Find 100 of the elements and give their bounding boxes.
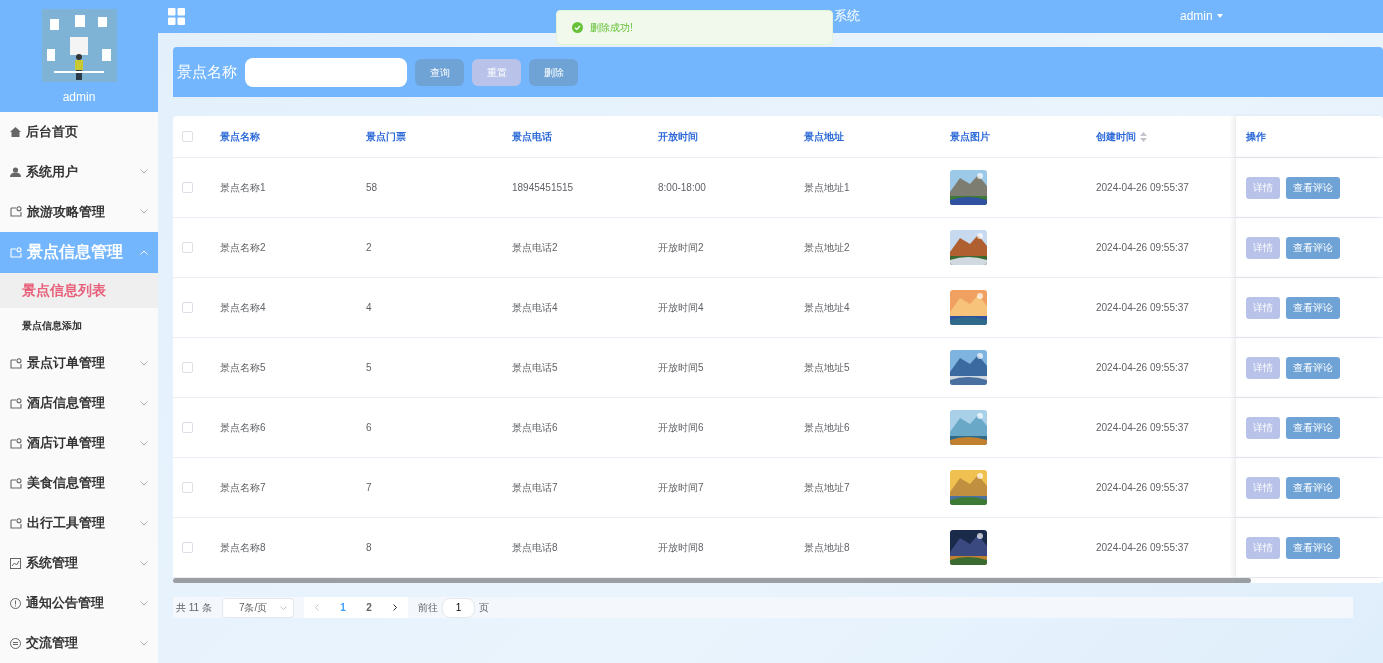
row-checkbox[interactable] (182, 362, 193, 373)
table-cell: 景点名称5 (220, 362, 266, 374)
table-cell: 景点地址2 (804, 242, 850, 254)
table-cell: 景点名称4 (220, 302, 266, 314)
page-number[interactable]: 2 (355, 597, 382, 618)
document-icon (10, 437, 22, 449)
view-comments-button[interactable]: 查看评论 (1286, 416, 1340, 439)
page-jump-field[interactable]: 1 (441, 597, 475, 618)
chart-icon (10, 557, 21, 569)
row-checkbox[interactable] (182, 542, 193, 553)
detail-button[interactable]: 详情 (1246, 416, 1280, 439)
table-cell: 开放时间6 (658, 422, 704, 434)
toast-message: 删除成功! (590, 21, 633, 35)
view-comments-button[interactable]: 查看评论 (1286, 476, 1340, 499)
detail-button[interactable]: 详情 (1246, 536, 1280, 559)
table-cell: 7 (366, 482, 372, 494)
document-icon (10, 246, 22, 258)
table-cell: 5 (366, 362, 372, 374)
view-comments-button[interactable]: 查看评论 (1286, 296, 1340, 319)
page-number[interactable]: 1 (329, 597, 356, 618)
select-all-checkbox[interactable] (182, 131, 193, 142)
user-name: admin (62, 89, 96, 106)
table-cell: 58 (366, 182, 378, 194)
user-icon (10, 166, 21, 177)
detail-button[interactable]: 详情 (1246, 476, 1280, 499)
sidebar-item[interactable]: 系统用户 (0, 152, 158, 192)
goto-label: 前往 (417, 601, 438, 615)
sidebar-item[interactable]: 酒店信息管理 (0, 383, 158, 424)
sidebar-item[interactable]: 美食信息管理 (0, 463, 158, 504)
column-header: 景点地址 (804, 130, 845, 144)
column-header: 景点门票 (366, 130, 407, 144)
column-header: 开放时间 (658, 130, 699, 144)
view-comments-button[interactable]: 查看评论 (1286, 536, 1340, 559)
column-header[interactable]: 创建时间 (1096, 129, 1235, 144)
table-cell: 2024-04-26 09:55:37 (1096, 362, 1189, 374)
column-header: 景点图片 (950, 130, 991, 144)
grid-menu-icon[interactable] (168, 8, 185, 25)
sidebar-item[interactable]: 交流管理 (0, 623, 158, 663)
document-icon (10, 357, 22, 369)
table-cell: 景点地址8 (804, 542, 850, 554)
chat-icon (10, 637, 21, 649)
sidebar-item[interactable]: 系统管理 (0, 543, 158, 584)
table-cell: 景点地址6 (804, 422, 850, 434)
table-cell: 景点名称6 (220, 422, 266, 434)
column-header: 景点电话 (512, 130, 553, 144)
table-cell: 2024-04-26 09:55:37 (1096, 542, 1189, 554)
row-checkbox[interactable] (182, 482, 193, 493)
caret-down-icon (1216, 14, 1223, 18)
detail-button[interactable]: 详情 (1246, 356, 1280, 379)
view-comments-button[interactable]: 查看评论 (1286, 236, 1340, 259)
table-cell: 2024-04-26 09:55:37 (1096, 422, 1189, 434)
table-cell: 景点电话4 (512, 302, 558, 314)
view-comments-button[interactable]: 查看评论 (1286, 176, 1340, 199)
row-checkbox[interactable] (182, 242, 193, 253)
total-count: 共 11 条 (176, 601, 212, 615)
view-comments-button[interactable]: 查看评论 (1286, 356, 1340, 379)
table-cell: 景点电话2 (512, 242, 558, 254)
table-cell: 18945451515 (512, 182, 574, 194)
table-cell: 2 (366, 242, 372, 254)
column-header: 操作 (1246, 130, 1266, 144)
sidebar-item[interactable]: 出行工具管理 (0, 503, 158, 544)
info-icon (10, 597, 21, 609)
page-suffix: 页 (478, 601, 489, 615)
table-cell: 景点名称2 (220, 242, 266, 254)
table-cell: 2024-04-26 09:55:37 (1096, 482, 1189, 494)
submenu-item[interactable]: 景点信息添加 (0, 308, 158, 344)
row-checkbox[interactable] (182, 302, 193, 313)
detail-button[interactable]: 详情 (1246, 296, 1280, 319)
table-cell: 景点名称1 (220, 182, 266, 194)
row-checkbox[interactable] (182, 182, 193, 193)
detail-button[interactable]: 详情 (1246, 176, 1280, 199)
document-icon (10, 206, 22, 218)
sidebar-item[interactable]: 后台首页 (0, 112, 158, 152)
home-icon (10, 127, 21, 137)
delete-button[interactable]: 删除 (529, 58, 578, 86)
table-cell: 景点电话7 (512, 482, 558, 494)
search-field[interactable] (245, 57, 407, 87)
sidebar-item[interactable]: 通知公告管理 (0, 583, 158, 623)
table-cell: 2024-04-26 09:55:37 (1096, 302, 1189, 314)
sidebar-item[interactable]: 酒店订单管理 (0, 423, 158, 464)
user-menu[interactable]: admin (1180, 7, 1223, 25)
sidebar-item[interactable]: 景点订单管理 (0, 343, 158, 384)
sidebar-item[interactable]: 旅游攻略管理 (0, 191, 158, 232)
chevron-right-icon (392, 604, 397, 611)
page-size-select[interactable]: 7条/页 (221, 597, 294, 618)
horizontal-scrollbar[interactable] (173, 578, 1251, 583)
table-cell: 景点地址4 (804, 302, 850, 314)
search-button[interactable]: 查询 (415, 58, 464, 86)
table-cell: 景点电话8 (512, 542, 558, 554)
next-page-button[interactable] (381, 597, 408, 618)
table-cell: 景点地址7 (804, 482, 850, 494)
detail-button[interactable]: 详情 (1246, 236, 1280, 259)
document-icon (10, 517, 22, 529)
row-checkbox[interactable] (182, 422, 193, 433)
table-cell: 6 (366, 422, 372, 434)
document-icon (10, 477, 22, 489)
column-header: 景点名称 (220, 130, 261, 144)
table-cell: 8 (366, 542, 372, 554)
submenu-item[interactable]: 景点信息列表 (0, 272, 158, 308)
previous-page-button[interactable] (303, 597, 330, 618)
